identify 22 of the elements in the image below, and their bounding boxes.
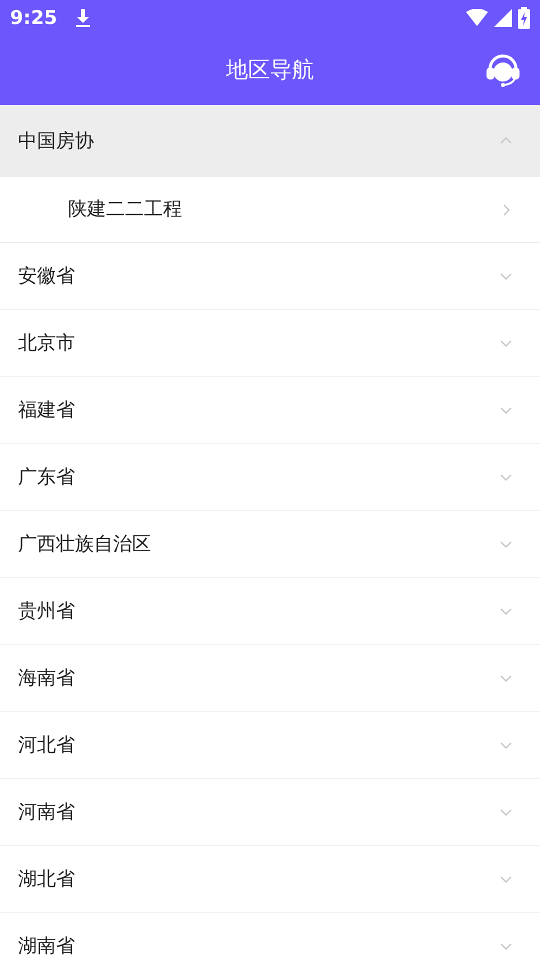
region-name: 湖北省 — [18, 866, 75, 892]
download-icon — [75, 8, 92, 28]
region-name: 广东省 — [18, 464, 75, 490]
region-name: 贵州省 — [18, 598, 75, 624]
status-time: 9:25 — [10, 6, 58, 31]
headset-icon — [485, 53, 521, 89]
region-name: 中国房协 — [18, 128, 94, 154]
customer-service-button[interactable] — [484, 52, 522, 90]
battery-icon — [518, 7, 530, 29]
wifi-icon — [466, 9, 488, 27]
region-name: 广西壮族自治区 — [18, 532, 151, 557]
region-name: 福建省 — [18, 398, 75, 423]
region-name: 安徽省 — [18, 264, 75, 289]
region-name: 海南省 — [18, 666, 75, 691]
region-name: 北京市 — [18, 330, 75, 356]
region-name: 河南省 — [18, 800, 75, 825]
page-title: 地区导航 — [226, 57, 314, 85]
signal-icon — [494, 9, 512, 27]
region-name: 湖南省 — [18, 934, 75, 959]
sub-region-name: 陕建二二工程 — [68, 197, 182, 222]
region-name: 河北省 — [18, 732, 75, 758]
region-row[interactable]: 中国房协 — [0, 105, 540, 177]
